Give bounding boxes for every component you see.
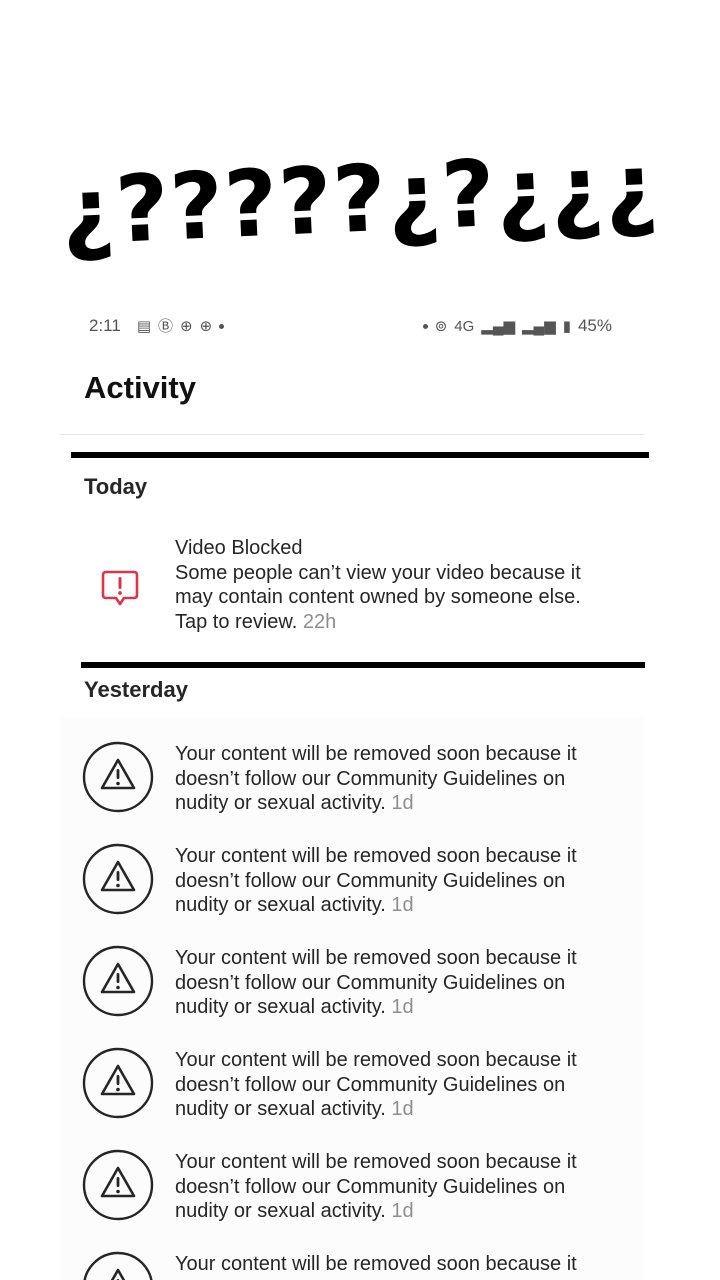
notification-dot-icon xyxy=(219,323,225,329)
page-title: Activity xyxy=(84,370,196,405)
notification-content-removal[interactable]: Your content will be removed soon becaus… xyxy=(60,1046,644,1146)
status-time: 2:11 xyxy=(89,316,121,335)
battery-percent: 45% xyxy=(577,316,612,335)
notification-time: 1d xyxy=(391,996,414,1018)
section-today-label: Today xyxy=(84,474,148,499)
notification-time: 1d xyxy=(391,894,414,916)
notification-time: 1d xyxy=(391,1200,414,1222)
notification-content-removal[interactable]: Your content will be removed soon becaus… xyxy=(60,1148,644,1248)
warning-circle-icon xyxy=(82,1149,154,1221)
notification-time: 22h xyxy=(302,610,337,633)
warning-circle-icon xyxy=(83,1251,153,1280)
notification-body: Your content will be removed soon becaus… xyxy=(175,1049,577,1120)
notification-title: Video Blocked xyxy=(175,537,303,559)
notification-content-removal[interactable]: Your content will be removed soon becaus… xyxy=(60,1250,644,1280)
signal-icon: ▂▄▆ xyxy=(481,317,515,335)
signal-icon-2: ▂▄▆ xyxy=(522,317,556,335)
section-yesterday-label: Yesterday xyxy=(84,677,188,702)
message-b-icon: Ⓑ xyxy=(158,317,174,335)
battery-icon: ▮ xyxy=(562,317,571,335)
warning-circle-icon xyxy=(82,1047,154,1119)
dot-icon xyxy=(422,323,428,329)
warning-circle-icon xyxy=(82,741,154,813)
network-type: 4G xyxy=(454,317,475,335)
alert-bubble-icon xyxy=(101,570,139,606)
header-divider xyxy=(60,434,644,435)
notification-content-removal[interactable]: Your content will be removed soon becaus… xyxy=(60,842,644,942)
notification-video-blocked[interactable]: Video Blocked Some people can’t view you… xyxy=(60,536,644,646)
notification-body: Your content will be removed soon becaus… xyxy=(175,1253,577,1280)
status-bar: 2:11 ▤ Ⓑ ⊕ ⊕ ⊚ 4G ▂▄▆ ▂▄▆ ▮ 45% xyxy=(60,312,644,340)
meme-caption: ¿?????¿?¿¿¿ xyxy=(58,133,662,266)
hotspot-icon: ⊚ xyxy=(434,317,448,335)
notification-content-removal[interactable]: Your content will be removed soon becaus… xyxy=(60,740,644,840)
news-icon: ▤ xyxy=(136,317,152,335)
warning-circle-icon xyxy=(82,945,154,1017)
drawn-line-top xyxy=(71,452,649,458)
warning-circle-icon xyxy=(82,843,154,915)
notification-content-removal[interactable]: Your content will be removed soon becaus… xyxy=(60,944,644,1044)
app-icon-2: ⊕ xyxy=(199,317,213,335)
activity-screen: 2:11 ▤ Ⓑ ⊕ ⊕ ⊚ 4G ▂▄▆ ▂▄▆ ▮ 45% Activity… xyxy=(60,300,649,1280)
notification-body: Your content will be removed soon becaus… xyxy=(175,743,577,814)
notification-body: Your content will be removed soon becaus… xyxy=(175,947,577,1018)
notification-time: 1d xyxy=(391,1098,414,1120)
notification-body: Some people can’t view your video becaus… xyxy=(175,561,581,633)
app-icon: ⊕ xyxy=(180,317,193,335)
notification-body: Your content will be removed soon becaus… xyxy=(175,1151,577,1222)
notification-time: 1d xyxy=(391,792,414,814)
notification-body: Your content will be removed soon becaus… xyxy=(175,845,577,916)
drawn-line-middle xyxy=(81,662,645,668)
